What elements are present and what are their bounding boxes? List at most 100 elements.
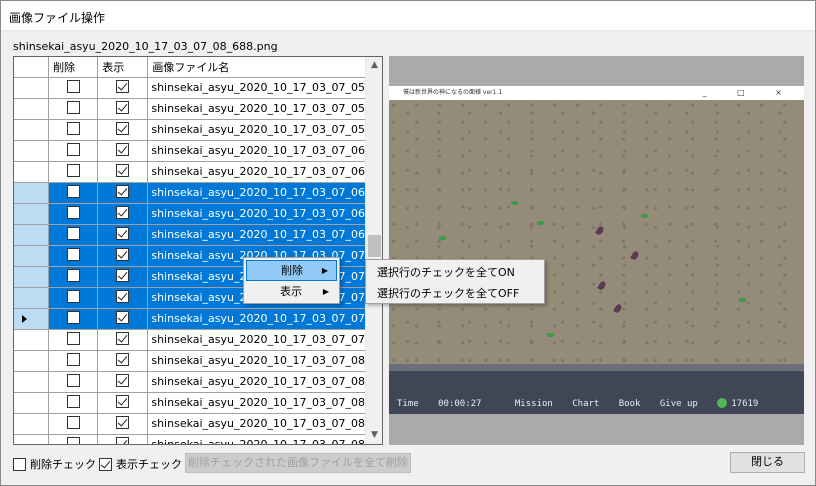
delete-cell[interactable] <box>48 392 99 414</box>
row-header[interactable] <box>14 413 50 435</box>
filename-cell[interactable]: shinsekai_asyu_2020_10_17_03_07_06_... <box>147 140 382 162</box>
display-checkbox[interactable] <box>116 353 130 367</box>
display-cell[interactable] <box>97 371 149 393</box>
filename-cell[interactable]: shinsekai_asyu_2020_10_17_03_07_06_... <box>147 182 382 204</box>
close-button[interactable]: 閉じる <box>730 452 805 473</box>
row-header[interactable] <box>14 77 50 99</box>
row-header[interactable] <box>14 308 50 330</box>
grid-vertical-scrollbar[interactable]: ▲ ▼ <box>365 57 382 444</box>
table-row[interactable]: shinsekai_asyu_2020_10_17_03_07_06_... <box>14 140 382 162</box>
row-header[interactable] <box>14 161 50 183</box>
table-row[interactable]: shinsekai_asyu_2020_10_17_03_07_08_... <box>14 392 382 414</box>
table-row[interactable]: shinsekai_asyu_2020_10_17_03_07_06_... <box>14 182 382 204</box>
delete-checkbox[interactable] <box>66 269 80 283</box>
display-checkbox[interactable] <box>116 248 130 262</box>
delete-cell[interactable] <box>48 434 99 444</box>
display-checkbox[interactable] <box>116 395 130 409</box>
filename-cell[interactable]: shinsekai_asyu_2020_10_17_03_07_08_... <box>147 413 382 435</box>
row-header[interactable] <box>14 98 50 120</box>
delete-cell[interactable] <box>48 182 99 204</box>
display-checkbox[interactable] <box>116 80 130 94</box>
image-file-grid[interactable]: 削除 表示 画像ファイル名 shinsekai_asyu_2020_10_17_… <box>13 56 383 445</box>
delete-checkbox[interactable] <box>66 395 80 409</box>
display-checkbox[interactable] <box>116 164 130 178</box>
display-cell[interactable] <box>97 140 149 162</box>
display-checkbox[interactable] <box>116 206 130 220</box>
filename-cell[interactable]: shinsekai_asyu_2020_10_17_03_07_07_... <box>147 308 382 330</box>
delete-checkbox[interactable] <box>66 416 80 430</box>
display-checkbox[interactable] <box>116 227 130 241</box>
row-header[interactable] <box>14 224 50 246</box>
table-row[interactable]: shinsekai_asyu_2020_10_17_03_07_05_... <box>14 119 382 141</box>
delete-checkbox[interactable] <box>66 185 80 199</box>
delete-checkbox[interactable] <box>66 164 80 178</box>
delete-cell[interactable] <box>48 224 99 246</box>
delete-cell[interactable] <box>48 350 99 372</box>
delete-cell[interactable] <box>48 308 99 330</box>
checkbox-box[interactable] <box>13 457 26 471</box>
delete-cell[interactable] <box>48 371 99 393</box>
table-row[interactable]: shinsekai_asyu_2020_10_17_03_07_05_... <box>14 77 382 99</box>
display-cell[interactable] <box>97 434 149 444</box>
display-checkbox[interactable] <box>116 143 130 157</box>
display-cell[interactable] <box>97 77 149 99</box>
row-header[interactable] <box>14 329 50 351</box>
delete-checkbox[interactable] <box>66 311 80 325</box>
delete-checkbox[interactable] <box>66 227 80 241</box>
table-row[interactable]: shinsekai_asyu_2020_10_17_03_07_07_... <box>14 329 382 351</box>
display-checkbox[interactable] <box>116 122 130 136</box>
filename-cell[interactable]: shinsekai_asyu_2020_10_17_03_07_06_... <box>147 224 382 246</box>
display-check-checkbox[interactable]: 表示チェック <box>99 456 182 472</box>
delete-cell[interactable] <box>48 77 99 99</box>
table-row[interactable]: shinsekai_asyu_2020_10_17_03_07_06_... <box>14 224 382 246</box>
display-cell[interactable] <box>97 308 149 330</box>
filename-cell[interactable]: shinsekai_asyu_2020_10_17_03_07_05_... <box>147 98 382 120</box>
row-header[interactable] <box>14 371 50 393</box>
row-header[interactable] <box>14 245 50 267</box>
row-header[interactable] <box>14 140 50 162</box>
delete-cell[interactable] <box>48 98 99 120</box>
display-cell[interactable] <box>97 119 149 141</box>
row-header[interactable] <box>14 350 50 372</box>
delete-cell[interactable] <box>48 413 99 435</box>
delete-checkbox[interactable] <box>66 290 80 304</box>
context-menu-display[interactable]: 表示 ▶ <box>246 281 337 302</box>
scroll-down-arrow-icon[interactable]: ▼ <box>366 427 382 444</box>
filename-cell[interactable]: shinsekai_asyu_2020_10_17_03_07_05_... <box>147 119 382 141</box>
display-cell[interactable] <box>97 161 149 183</box>
table-row[interactable]: shinsekai_asyu_2020_10_17_03_07_08_... <box>14 350 382 372</box>
filename-cell[interactable]: shinsekai_asyu_2020_10_17_03_07_07_... <box>147 329 382 351</box>
delete-cell[interactable] <box>48 119 99 141</box>
delete-checkbox[interactable] <box>66 122 80 136</box>
delete-cell[interactable] <box>48 266 99 288</box>
row-header[interactable] <box>14 182 50 204</box>
display-cell[interactable] <box>97 203 149 225</box>
submenu-check-all-on[interactable]: 選択行のチェックを全てON <box>368 262 515 283</box>
display-cell[interactable] <box>97 413 149 435</box>
delete-checkbox[interactable] <box>66 437 80 444</box>
display-cell[interactable] <box>97 350 149 372</box>
table-row[interactable]: shinsekai_asyu_2020_10_17_03_07_08_... <box>14 413 382 435</box>
scroll-up-arrow-icon[interactable]: ▲ <box>366 57 382 74</box>
display-checkbox[interactable] <box>116 101 130 115</box>
title-bar[interactable]: 画像ファイル操作 <box>1 1 815 31</box>
display-checkbox[interactable] <box>116 290 130 304</box>
delete-checkbox[interactable] <box>66 143 80 157</box>
delete-all-checked-button[interactable]: 削除チェックされた画像ファイルを全て削除 <box>185 453 411 473</box>
table-row[interactable]: shinsekai_asyu_2020_10_17_03_07_06_... <box>14 203 382 225</box>
display-checkbox[interactable] <box>116 416 130 430</box>
display-cell[interactable] <box>97 98 149 120</box>
delete-checkbox[interactable] <box>66 248 80 262</box>
delete-cell[interactable] <box>48 329 99 351</box>
delete-cell[interactable] <box>48 203 99 225</box>
display-checkbox[interactable] <box>116 437 130 444</box>
delete-cell[interactable] <box>48 287 99 309</box>
table-row[interactable]: shinsekai_asyu_2020_10_17_03_07_07_... <box>14 308 382 330</box>
filename-cell[interactable]: shinsekai_asyu_2020_10_17_03_07_08_... <box>147 371 382 393</box>
display-checkbox[interactable] <box>116 269 130 283</box>
filename-cell[interactable]: shinsekai_asyu_2020_10_17_03_07_08_... <box>147 392 382 414</box>
delete-checkbox[interactable] <box>66 206 80 220</box>
row-header[interactable] <box>14 287 50 309</box>
filename-cell[interactable]: shinsekai_asyu_2020_10_17_03_07_06_... <box>147 203 382 225</box>
delete-checkbox[interactable] <box>66 80 80 94</box>
